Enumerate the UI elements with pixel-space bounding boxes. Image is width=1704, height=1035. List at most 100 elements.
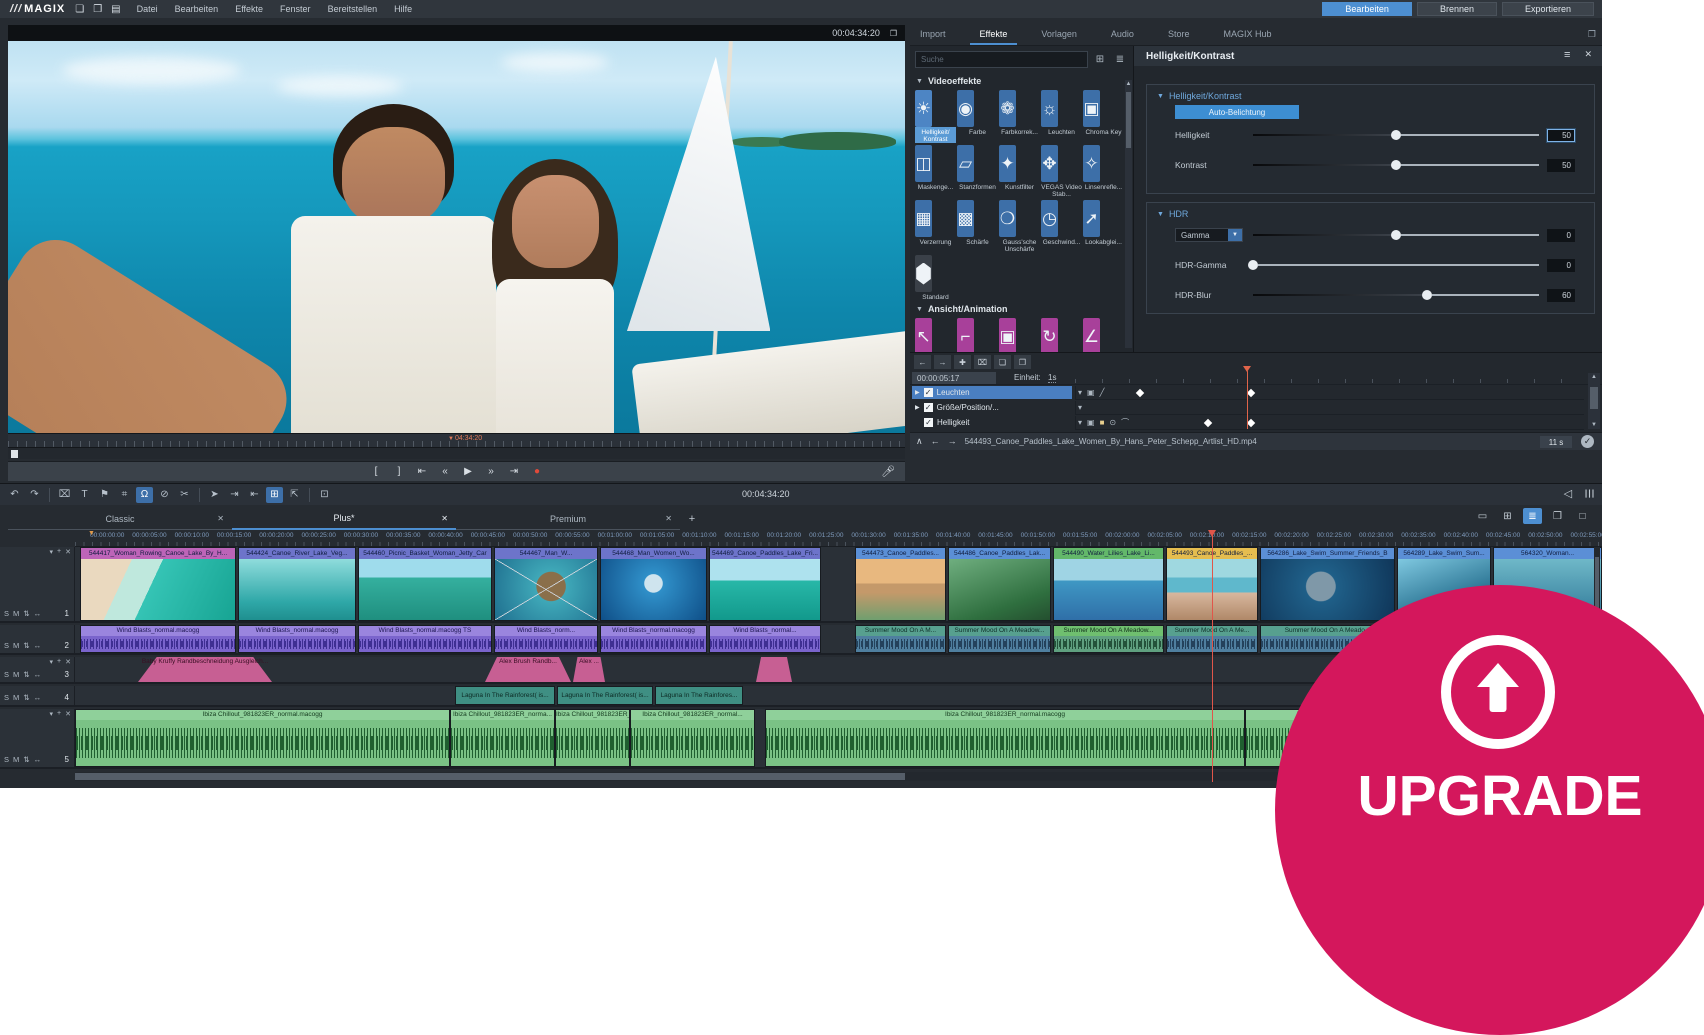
- keyframe-row-gr-e-position-[interactable]: ▶✓Größe/Position/...▾: [910, 401, 1602, 415]
- track-header-2[interactable]: SM⇅↔2: [0, 625, 75, 655]
- audio-clip[interactable]: Wind Blasts_normal...: [709, 625, 821, 653]
- title-clip[interactable]: Baby Kruffy Randbeschneidung Ausgleich..…: [138, 657, 272, 682]
- marker-icon[interactable]: ⚑: [96, 487, 113, 503]
- collapse-icon[interactable]: ▾: [50, 548, 54, 556]
- next-keyframe-icon[interactable]: →: [934, 355, 951, 369]
- row-control-icon[interactable]: ▾: [1078, 418, 1082, 427]
- audio-clip[interactable]: Ibiza Chillout_981823ER_normal.macogg: [765, 709, 1245, 767]
- move-all-icon[interactable]: ⇥: [226, 487, 243, 503]
- add-track-icon[interactable]: +: [57, 658, 61, 666]
- anim-rotation[interactable]: ↻: [1041, 318, 1082, 352]
- music-clip[interactable]: Laguna In The Rainfores...: [655, 686, 743, 705]
- row-checkbox[interactable]: ✓: [924, 388, 933, 397]
- track-lane-1[interactable]: 544417_Woman_Rowing_Canoe_Lake_By_H...54…: [75, 547, 1602, 623]
- tab-vorlagen[interactable]: Vorlagen: [1031, 25, 1087, 45]
- track-mode-icon[interactable]: ⇅: [23, 693, 29, 702]
- menu-datei[interactable]: Datei: [137, 4, 158, 14]
- hdr-blur-slider[interactable]: [1253, 288, 1539, 302]
- slider-thumb[interactable]: [1391, 130, 1401, 140]
- effect-helligkeit-kontrast[interactable]: ☀Helligkeit/ Kontrast: [915, 90, 956, 143]
- collapse-icon[interactable]: ▾: [50, 658, 54, 666]
- track-mode-icon[interactable]: ↔: [34, 670, 42, 679]
- row-control-icon[interactable]: ▣: [1087, 418, 1095, 427]
- next-object-icon[interactable]: →: [948, 436, 957, 447]
- project-tab-classic[interactable]: Classic✕: [8, 508, 232, 530]
- keyframe-ruler[interactable]: [1075, 379, 1584, 383]
- timeline-mode-icon[interactable]: ≣: [1523, 508, 1542, 524]
- exportieren-mode-button[interactable]: Exportieren: [1502, 2, 1594, 16]
- close-track-icon[interactable]: ✕: [65, 548, 71, 556]
- keyframe-row-leuchten[interactable]: ▶✓Leuchten▾▣╱: [910, 386, 1602, 400]
- video-clip[interactable]: 544460_Picnic_Basket_Woman_Jetty_Car: [358, 547, 492, 621]
- close-tab-icon[interactable]: ✕: [441, 514, 448, 523]
- audio-clip[interactable]: Ibiza Chillout_981823ER_normal...: [630, 709, 755, 767]
- effect-gauss-unschaerfe[interactable]: ❍Gauss'sche Unschärfe: [999, 200, 1040, 253]
- mute-button[interactable]: M: [13, 641, 19, 650]
- tab-store[interactable]: Store: [1158, 25, 1200, 45]
- audio-clip[interactable]: Ibiza Chillout_981823ER_normal.macogg: [75, 709, 450, 767]
- keyframe-playhead[interactable]: [1247, 371, 1248, 429]
- keyframe-row-helligkeit[interactable]: ✓Helligkeit▾▣■⊙⌒: [910, 416, 1602, 430]
- move-one-icon[interactable]: ⇤: [246, 487, 263, 503]
- undo-icon[interactable]: ↶: [6, 487, 23, 503]
- kontrast-slider[interactable]: [1253, 158, 1539, 172]
- music-clip[interactable]: Laguna In The Rainforest( is...: [557, 686, 653, 705]
- solo-button[interactable]: S: [4, 693, 9, 702]
- panel-menu-icon[interactable]: ≡: [1564, 49, 1570, 61]
- audio-clip[interactable]: Wind Blasts_normal.macogg: [80, 625, 236, 653]
- open-project-icon[interactable]: ❒: [93, 4, 102, 15]
- preview-playhead-marker[interactable]: ▼04:34:20: [448, 435, 482, 442]
- title-clip[interactable]: [756, 657, 792, 682]
- multicam-mode-icon[interactable]: □: [1573, 508, 1592, 524]
- effect-lookabgleich[interactable]: ➚Lookabglei...: [1083, 200, 1124, 253]
- row-checkbox[interactable]: ✓: [924, 418, 933, 427]
- copy-keyframe-icon[interactable]: ❏: [994, 355, 1011, 369]
- project-tab-plus[interactable]: Plus*✕: [232, 508, 456, 530]
- title-clip[interactable]: Alex Brush Randb...: [485, 657, 571, 682]
- effect-vegas-video-stab[interactable]: ✥VEGAS Video Stab...: [1041, 145, 1082, 198]
- close-tab-icon[interactable]: ✕: [665, 514, 672, 523]
- solo-button[interactable]: S: [4, 670, 9, 679]
- scroll-down-icon[interactable]: ▼: [1588, 422, 1600, 428]
- title-editor-icon[interactable]: T: [76, 487, 93, 503]
- gamma-dropdown[interactable]: Gamma ▼: [1175, 228, 1243, 242]
- effect-linsenreflexe[interactable]: ✧Linsenrefle...: [1083, 145, 1124, 198]
- preview-mode-icon[interactable]: ▭: [1473, 508, 1492, 524]
- effect-schaerfe[interactable]: ▩Schärfe: [957, 200, 998, 253]
- range-mode-icon[interactable]: ⇱: [286, 487, 303, 503]
- tile-view-icon[interactable]: ⊞: [1092, 51, 1108, 68]
- timeline-ruler[interactable]: 00:00:00:0000:00:05:0000:00:10:0000:00:1…: [75, 530, 1602, 547]
- preview-render-icon[interactable]: ⊡: [316, 487, 333, 503]
- slider-thumb[interactable]: [1422, 290, 1432, 300]
- group-icon[interactable]: ⊘: [156, 487, 173, 503]
- track-mode-icon[interactable]: ↔: [34, 609, 42, 618]
- storyboard-mode-icon[interactable]: ❒: [1548, 508, 1567, 524]
- keyframe-diamond[interactable]: [1204, 419, 1212, 427]
- keyframe-diamond[interactable]: [1247, 389, 1255, 397]
- microphone-icon[interactable]: 🎤︎: [881, 465, 895, 478]
- save-project-icon[interactable]: ▤: [111, 4, 120, 15]
- kontrast-value[interactable]: 50: [1547, 159, 1575, 172]
- tab-magix-hub[interactable]: MAGIX Hub: [1213, 25, 1281, 45]
- audio-clip[interactable]: Wind Blasts_norm...: [494, 625, 598, 653]
- panel-close-icon[interactable]: ✕: [1584, 49, 1592, 61]
- effect-geschwindigkeit[interactable]: ◷Geschwind...: [1041, 200, 1082, 253]
- keyframe-row-name[interactable]: ▶✓Leuchten: [912, 386, 1072, 399]
- track-mode-icon[interactable]: ↔: [34, 641, 42, 650]
- keyframe-row-name[interactable]: ▶✓Größe/Position/...: [912, 401, 1072, 414]
- auto-belichtung-button[interactable]: Auto-Belichtung: [1175, 105, 1299, 119]
- paste-keyframe-icon[interactable]: ❐: [1014, 355, 1031, 369]
- title-clip[interactable]: Alex ...: [573, 657, 605, 682]
- mixer-icon[interactable]: ☰: [1583, 489, 1596, 499]
- apply-check-icon[interactable]: ✓: [1581, 435, 1594, 448]
- new-project-icon[interactable]: ❏: [75, 4, 84, 15]
- effect-standard[interactable]: Standard: [915, 255, 956, 308]
- effect-kunstfilter[interactable]: ✦Kunstfilter: [999, 145, 1040, 198]
- section-videoeffekte[interactable]: ▼ Videoeffekte: [916, 76, 981, 86]
- audio-clip[interactable]: Ibiza Chillout_981823ER_n...: [555, 709, 630, 767]
- add-keyframe-icon[interactable]: ✚: [954, 355, 971, 369]
- scroll-up-icon[interactable]: ▲: [1588, 374, 1600, 380]
- range-end-icon[interactable]: ]: [393, 466, 405, 477]
- snap-icon[interactable]: Ω: [136, 487, 153, 503]
- mute-button[interactable]: M: [13, 693, 19, 702]
